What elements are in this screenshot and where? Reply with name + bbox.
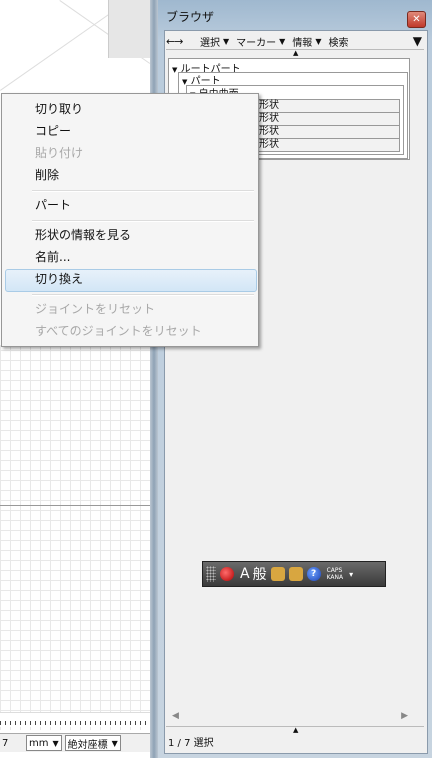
- unit-select[interactable]: mm ▼: [26, 735, 62, 751]
- chevron-down-icon: ▼: [52, 738, 59, 748]
- conversion-mode-button[interactable]: 般: [253, 564, 267, 584]
- menu-separator: [32, 220, 254, 222]
- browser-toolbar: ←→ 選択 ▼ マーカー ▼ 情報 ▼ 検索 ▼: [166, 33, 424, 49]
- menu-item-delete[interactable]: 削除: [35, 165, 59, 185]
- info-menu-label: 情報: [292, 37, 313, 49]
- context-menu: 切り取り コピー 貼り付け 削除 パート 形状の情報を見る 名前... 切り換え…: [1, 93, 259, 347]
- ime-pad-icon[interactable]: [270, 567, 285, 581]
- menu-item-copy[interactable]: コピー: [35, 121, 71, 141]
- status-number: 7: [2, 737, 9, 749]
- panel-title: ブラウザ: [166, 10, 215, 24]
- kana-label: KANA: [326, 574, 344, 581]
- scroll-left-icon[interactable]: ◀: [172, 711, 179, 721]
- options-icon[interactable]: ▾: [349, 570, 353, 579]
- menu-item-paste[interactable]: 貼り付け: [35, 143, 83, 163]
- select-menu-label: 選択: [200, 37, 220, 49]
- ime-status-icon[interactable]: [220, 567, 234, 581]
- canvas-edge-panel: [108, 0, 151, 58]
- chevron-down-icon: ▼: [223, 36, 230, 46]
- horizontal-scrollbar[interactable]: ◀ ▶: [166, 710, 412, 724]
- caps-label: CAPS: [326, 567, 343, 574]
- menu-item-reset-joint[interactable]: ジョイントをリセット: [35, 299, 155, 319]
- search-menu-label: 検索: [328, 37, 349, 49]
- ruler: [0, 712, 150, 727]
- left-status-bar: 7 mm ▼ 絶対座標 ▼: [0, 733, 150, 752]
- marker-menu-label: マーカー: [236, 37, 277, 49]
- ime-toolbar: A 般 ? CAPS KANA ▾: [202, 561, 386, 587]
- select-menu[interactable]: 選択 ▼: [200, 34, 229, 49]
- info-menu[interactable]: 情報 ▼: [292, 34, 321, 49]
- axis-line: [0, 505, 150, 506]
- close-icon: ✕: [412, 14, 421, 25]
- input-mode-button[interactable]: A: [240, 566, 250, 582]
- tree-node-shape[interactable]: 形状: [256, 138, 400, 152]
- panel-menu-arrow[interactable]: ▼: [413, 34, 422, 48]
- unit-value: mm: [29, 737, 49, 749]
- chevron-down-icon: ▼: [315, 36, 322, 46]
- splitter-grip-icon: ▲: [293, 726, 299, 734]
- menu-item-rename[interactable]: 名前...: [35, 247, 70, 267]
- nav-arrows-icon[interactable]: ←→: [166, 35, 200, 48]
- coord-mode-select[interactable]: 絶対座標 ▼: [64, 735, 121, 751]
- marker-menu[interactable]: マーカー ▼: [236, 34, 285, 49]
- splitter-grip-icon: ▲: [293, 49, 299, 57]
- scroll-right-icon[interactable]: ▶: [401, 711, 408, 721]
- tree-node-shape[interactable]: 形状: [256, 112, 400, 126]
- tools-icon[interactable]: [288, 567, 303, 581]
- help-icon[interactable]: ?: [306, 567, 321, 581]
- bottom-splitter[interactable]: ▲: [166, 726, 424, 734]
- close-button[interactable]: ✕: [407, 11, 426, 28]
- tree-node-shape[interactable]: 形状: [256, 125, 400, 139]
- menu-separator: [32, 190, 254, 192]
- selection-status: 1 / 7 選択: [168, 738, 214, 749]
- coord-mode-value: 絶対座標: [67, 739, 108, 751]
- menu-item-reset-all-joints[interactable]: すべてのジョイントをリセット: [35, 321, 202, 341]
- menu-separator: [32, 294, 254, 296]
- top-splitter[interactable]: ▲: [166, 49, 424, 57]
- grip-icon[interactable]: [206, 566, 216, 582]
- chevron-down-icon: ▼: [279, 36, 286, 46]
- search-menu[interactable]: 検索: [328, 34, 348, 49]
- collapse-icon: ▼: [172, 66, 178, 74]
- menu-item-part[interactable]: パート: [35, 195, 71, 215]
- menu-item-shape-info[interactable]: 形状の情報を見る: [35, 225, 131, 245]
- menu-item-cut[interactable]: 切り取り: [35, 99, 83, 119]
- tree-node-shape[interactable]: 形状: [256, 99, 400, 113]
- chevron-down-icon: ▼: [111, 738, 118, 748]
- lock-indicator: CAPS KANA: [327, 567, 344, 581]
- menu-item-switch[interactable]: 切り換え: [35, 269, 83, 289]
